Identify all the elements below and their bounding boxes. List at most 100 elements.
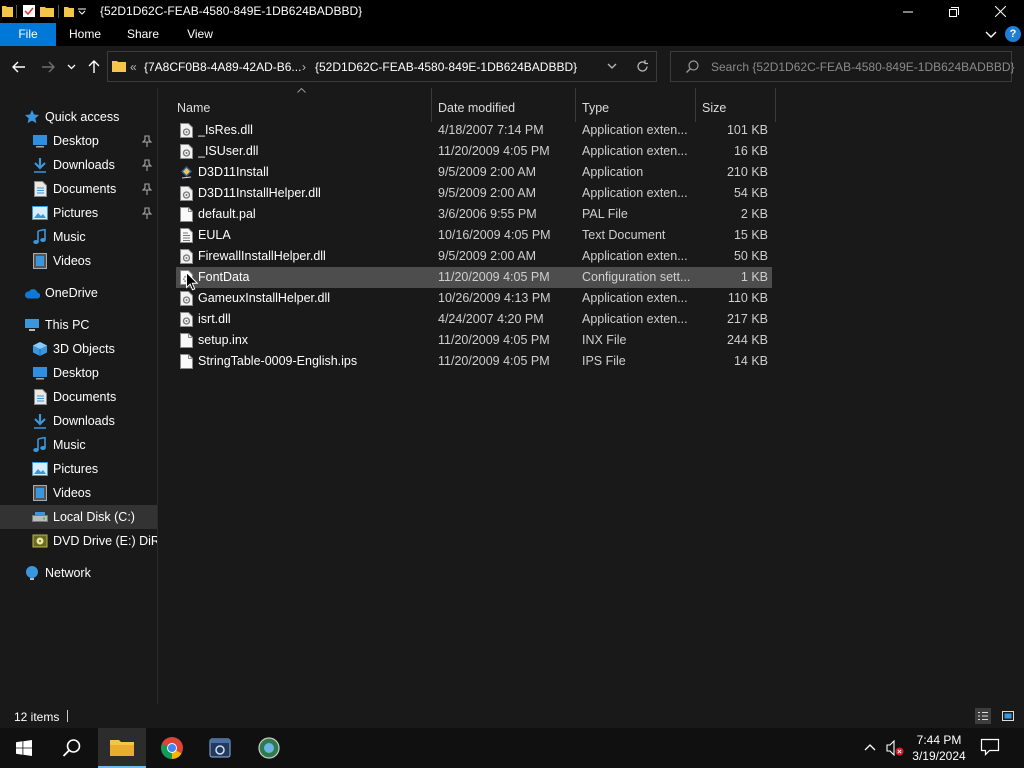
pin-icon[interactable] bbox=[141, 183, 153, 195]
close-button[interactable] bbox=[977, 0, 1023, 23]
nav-pc-pictures[interactable]: Pictures bbox=[0, 457, 157, 481]
breadcrumb-overflow[interactable]: « bbox=[130, 60, 137, 74]
documents-icon bbox=[32, 181, 48, 197]
back-button[interactable] bbox=[6, 55, 32, 79]
nav-quick-access[interactable]: Quick access bbox=[0, 105, 157, 129]
address-bar[interactable]: « {7A8CF0B8-4A89-42AD-B6... › {52D1D62C-… bbox=[107, 51, 657, 82]
file-type: Application exten... bbox=[582, 144, 688, 158]
file-row[interactable]: _IsRes.dll 4/18/2007 7:14 PM Application e… bbox=[176, 120, 772, 141]
column-header-date[interactable]: Date modified bbox=[438, 94, 574, 122]
customize-dropdown-icon[interactable] bbox=[78, 8, 86, 16]
action-center-button[interactable] bbox=[980, 738, 1002, 758]
recent-locations-button[interactable] bbox=[60, 55, 82, 79]
volume-button[interactable] bbox=[886, 739, 904, 757]
nav-pc-3d-objects[interactable]: 3D Objects bbox=[0, 337, 157, 361]
column-divider[interactable] bbox=[431, 88, 432, 122]
nav-pc-music[interactable]: Music bbox=[0, 433, 157, 457]
clock[interactable]: 7:44 PM 3/19/2024 bbox=[908, 731, 970, 765]
nav-qa-documents[interactable]: Documents bbox=[0, 177, 157, 201]
file-row[interactable]: isrt.dll 4/24/2007 4:20 PM Application ext… bbox=[176, 309, 772, 330]
nav-qa-videos[interactable]: Videos bbox=[0, 249, 157, 273]
details-view-button[interactable] bbox=[975, 708, 991, 724]
column-header-name[interactable]: Name bbox=[177, 94, 431, 122]
column-header-type[interactable]: Type bbox=[582, 94, 694, 122]
file-row[interactable]: StringTable-0009-English.ips 11/20/2009 4… bbox=[176, 351, 772, 372]
column-divider[interactable] bbox=[575, 88, 576, 122]
file-name: D3D11InstallHelper.dll bbox=[198, 186, 321, 200]
music-icon bbox=[32, 229, 48, 245]
nav-pc-documents[interactable]: Documents bbox=[0, 385, 157, 409]
details-view-icon bbox=[978, 712, 988, 720]
column-divider[interactable] bbox=[695, 88, 696, 122]
address-dropdown-icon[interactable] bbox=[607, 63, 617, 70]
nav-pc-videos[interactable]: Videos bbox=[0, 481, 157, 505]
title-bar: {52D1D62C-FEAB-4580-849E-1DB624BADBBD} bbox=[0, 0, 1024, 23]
file-size: 2 KB bbox=[740, 207, 768, 221]
file-name: GameuxInstallHelper.dll bbox=[198, 291, 331, 305]
file-date-modified: 10/26/2009 4:13 PM bbox=[438, 291, 551, 305]
windows-logo-icon bbox=[16, 740, 32, 756]
tab-share[interactable]: Share bbox=[116, 23, 170, 46]
column-header-size[interactable]: Size bbox=[702, 94, 772, 122]
nav-qa-downloads[interactable]: Downloads bbox=[0, 153, 157, 177]
file-row[interactable]: GameuxInstallHelper.dll 10/26/2009 4:13 P… bbox=[176, 288, 772, 309]
tab-file[interactable]: File bbox=[0, 23, 56, 46]
large-icons-view-icon bbox=[1002, 711, 1014, 721]
tab-view[interactable]: View bbox=[174, 23, 226, 46]
file-row[interactable]: D3D11Install 9/5/2009 2:00 AM Application 2… bbox=[176, 162, 772, 183]
file-name: setup.inx bbox=[198, 333, 249, 347]
file-size: 16 KB bbox=[733, 144, 768, 158]
pin-icon[interactable] bbox=[141, 207, 153, 219]
file-row[interactable]: _ISUser.dll 11/20/2009 4:05 PM Application… bbox=[176, 141, 772, 162]
taskbar-app-window[interactable] bbox=[196, 728, 244, 768]
search-box[interactable]: Search {52D1D62C-FEAB-4580-849E-1DB624BA… bbox=[670, 51, 1015, 82]
file-row[interactable]: setup.inx 11/20/2009 4:05 PM INX File 244 K… bbox=[176, 330, 772, 351]
file-row[interactable]: FirewallInstallHelper.dll 9/5/2009 2:00 A… bbox=[176, 246, 772, 267]
nav-qa-desktop[interactable]: Desktop bbox=[0, 129, 157, 153]
pin-icon[interactable] bbox=[141, 135, 153, 147]
start-button[interactable] bbox=[0, 728, 48, 768]
show-hidden-icons-button[interactable] bbox=[862, 740, 878, 756]
taskbar-file-explorer[interactable] bbox=[98, 728, 146, 768]
notifications-icon bbox=[980, 738, 1000, 756]
column-divider[interactable] bbox=[775, 88, 776, 122]
taskbar-chrome[interactable] bbox=[148, 728, 196, 768]
desktop-icon bbox=[32, 133, 48, 149]
minimize-button[interactable] bbox=[885, 0, 931, 23]
nav-this-pc[interactable]: This PC bbox=[0, 313, 157, 337]
restore-button[interactable] bbox=[931, 0, 977, 23]
forward-button[interactable] bbox=[35, 55, 61, 79]
file-size: 15 KB bbox=[733, 228, 768, 242]
nav-network[interactable]: Network bbox=[0, 561, 157, 585]
pin-icon[interactable] bbox=[141, 159, 153, 171]
nav-qa-pictures[interactable]: Pictures bbox=[0, 201, 157, 225]
file-row[interactable]: D3D11InstallHelper.dll 9/5/2009 2:00 AM Ap… bbox=[176, 183, 772, 204]
breadcrumb-separator[interactable]: › bbox=[302, 60, 306, 74]
taskbar-app-globe[interactable] bbox=[245, 728, 293, 768]
nav-pc-local-disk-c[interactable]: Local Disk (C:) bbox=[0, 505, 157, 529]
large-icons-view-button[interactable] bbox=[1000, 708, 1016, 724]
nav-label: DVD Drive (E:) DiRT2 bbox=[53, 534, 157, 548]
new-folder-icon[interactable] bbox=[40, 4, 54, 18]
file-name: isrt.dll bbox=[198, 312, 231, 326]
nav-pc-downloads[interactable]: Downloads bbox=[0, 409, 157, 433]
tab-home[interactable]: Home bbox=[58, 23, 112, 46]
up-button[interactable] bbox=[81, 55, 107, 79]
nav-label: Videos bbox=[53, 486, 91, 500]
help-icon[interactable]: ? bbox=[1005, 26, 1021, 42]
file-row[interactable]: FontData 11/20/2009 4:05 PM Configuration … bbox=[176, 267, 772, 288]
nav-pc-dvd-drive-e-dirt2[interactable]: DVD Drive (E:) DiRT2 bbox=[0, 529, 157, 553]
nav-pc-desktop[interactable]: Desktop bbox=[0, 361, 157, 385]
properties-icon[interactable] bbox=[22, 4, 36, 18]
refresh-icon[interactable] bbox=[636, 60, 649, 73]
expand-ribbon-icon[interactable] bbox=[985, 30, 997, 39]
file-row[interactable]: EULA 10/16/2009 4:05 PM Text Document 15 KB bbox=[176, 225, 772, 246]
search-button[interactable] bbox=[48, 728, 96, 768]
nav-qa-music[interactable]: Music bbox=[0, 225, 157, 249]
nav-label: Pictures bbox=[53, 206, 99, 220]
breadcrumb-current[interactable]: {52D1D62C-FEAB-4580-849E-1DB624BADBBD} bbox=[315, 60, 577, 74]
nav-onedrive[interactable]: OneDrive bbox=[0, 281, 157, 305]
breadcrumb-parent[interactable]: {7A8CF0B8-4A89-42AD-B6... bbox=[144, 60, 301, 74]
dll-file-icon bbox=[180, 123, 193, 138]
file-row[interactable]: default.pal 3/6/2006 9:55 PM PAL File 2 KB bbox=[176, 204, 772, 225]
